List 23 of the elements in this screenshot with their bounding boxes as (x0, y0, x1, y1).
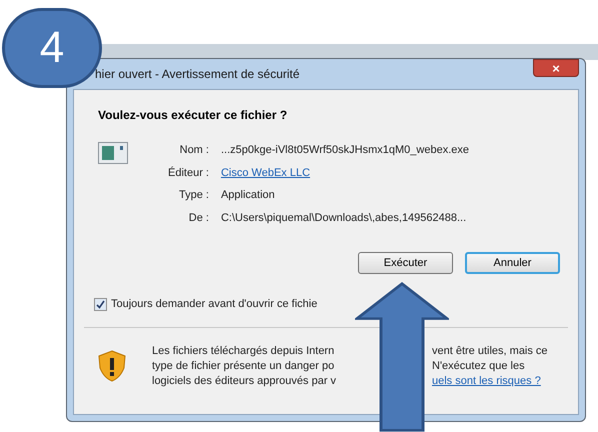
application-icon (98, 142, 128, 164)
risks-link[interactable]: uels sont les risques ? (432, 374, 541, 388)
question-heading: Voulez-vous exécuter ce fichier ? (97, 107, 288, 124)
warning-text: logiciels des éditeurs approuvés par v (152, 374, 338, 388)
warning-text: type de fichier présente un danger po (152, 358, 336, 374)
close-button[interactable]: × (533, 59, 579, 77)
warning-text: Les fichiers téléchargés depuis Intern (152, 344, 336, 358)
field-label: Nom : (178, 143, 209, 158)
field-value: Application (220, 188, 276, 203)
field-value: ...z5p0kge-iVl8t05Wrf50skJHsmx1qM0_webex.exe (220, 143, 469, 158)
publisher-link[interactable]: Cisco WebEx LLC (220, 164, 469, 181)
warning-shield-icon (98, 350, 126, 382)
field-label: Type : (178, 188, 209, 203)
cancel-button[interactable]: Annuler (465, 252, 560, 274)
field-label: De : (188, 210, 209, 226)
run-button[interactable]: Exécuter (358, 252, 453, 274)
window-title: hier ouvert - Avertissement de sécurité (95, 66, 300, 83)
checkbox-label: Toujours demander avant d'ouvrir ce fichie (111, 297, 318, 312)
field-label: Éditeur : (168, 166, 209, 180)
field-value: C:\Users\piquemal\Downloads\,abes,149562488... (220, 210, 468, 226)
warning-text: vent être utiles, mais ce (432, 344, 548, 358)
warning-text: N'exécutez que les (432, 358, 525, 374)
checkbox[interactable] (94, 298, 107, 311)
